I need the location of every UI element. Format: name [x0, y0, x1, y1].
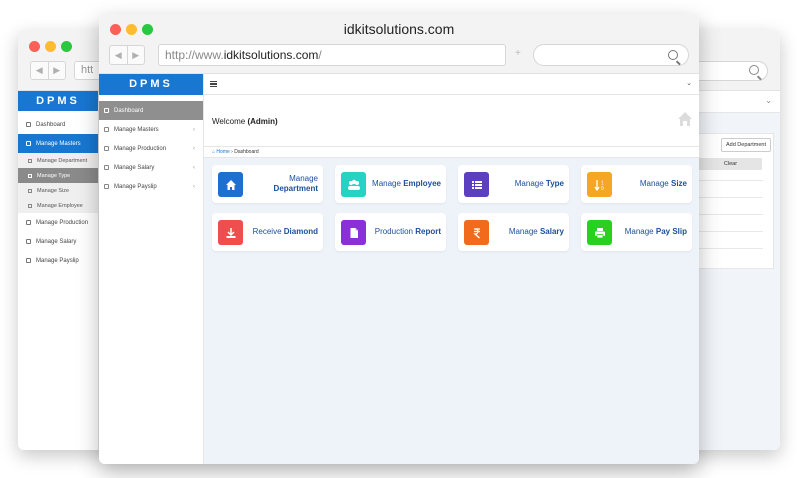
search-icon	[668, 50, 678, 60]
front-browser-chrome: idkitsolutions.com ◀ ▶ http://www.idkits…	[99, 14, 699, 74]
breadcrumb-current: Dashboard	[234, 149, 259, 155]
url-scheme: http://www.	[165, 48, 224, 62]
back-sidebar-item-manage-masters[interactable]: Manage Masters	[18, 134, 98, 153]
front-nav-buttons: ◀ ▶	[109, 45, 145, 65]
app-logo: DPMS	[99, 74, 203, 95]
search-icon	[749, 65, 759, 75]
url-path: /	[318, 48, 322, 62]
front-browser-window: idkitsolutions.com ◀ ▶ http://www.idkits…	[99, 14, 699, 464]
gears-icon	[26, 220, 31, 225]
users-icon	[341, 172, 366, 197]
topbar: ⌄	[204, 74, 699, 95]
back-department-panel: Add Department Clear	[698, 133, 774, 269]
back-sidebar-item-manage-payslip[interactable]: Manage Payslip	[18, 251, 98, 270]
sidebar-item-manage-production[interactable]: Manage Production ‹	[99, 139, 203, 158]
table-row-divider	[699, 180, 763, 181]
home-icon	[28, 158, 32, 163]
sidebar-item-manage-payslip[interactable]: Manage Payslip ‹	[99, 177, 203, 196]
new-tab-icon[interactable]: +	[515, 48, 521, 59]
card-manage-department[interactable]: Manage Department	[212, 165, 323, 203]
forward-arrow-icon[interactable]: ▶	[47, 62, 66, 79]
file-icon	[341, 220, 366, 245]
back-arrow-icon[interactable]: ◀	[110, 46, 127, 64]
back-arrow-icon[interactable]: ◀	[31, 62, 48, 79]
welcome-header: Welcome (Admin)	[204, 95, 699, 147]
card-production-report[interactable]: Production Report	[335, 213, 446, 251]
card-manage-pay-slip[interactable]: Manage Pay Slip	[581, 213, 692, 251]
sitemap-icon	[104, 127, 109, 132]
back-sidebar-item-dashboard[interactable]: Dashboard	[18, 115, 98, 134]
back-logo: DPMS	[18, 91, 98, 111]
back-sidebar-item-manage-production[interactable]: Manage Production	[18, 213, 98, 232]
list-icon	[28, 173, 32, 178]
sidebar-item-manage-masters[interactable]: Manage Masters ‹	[99, 120, 203, 139]
chevron-left-icon: ‹	[193, 164, 195, 171]
download-icon	[218, 220, 243, 245]
users-icon	[28, 203, 32, 208]
browser-search-field[interactable]	[533, 44, 689, 66]
back-sidebar-sub-manage-department[interactable]: Manage Department	[18, 153, 98, 168]
money-icon	[104, 165, 109, 170]
home-icon	[678, 112, 692, 126]
back-search-field[interactable]	[688, 61, 768, 81]
breadcrumb-home[interactable]: ⌂ Home	[212, 149, 230, 155]
close-dot-icon[interactable]	[29, 41, 40, 52]
table-row-divider	[699, 214, 763, 215]
table-row-divider	[699, 231, 763, 232]
list-icon	[464, 172, 489, 197]
clear-button[interactable]: Clear	[699, 158, 762, 170]
gears-icon	[104, 146, 109, 151]
back-sidebar-sub-manage-type[interactable]: Manage Type	[18, 168, 98, 183]
minimize-dot-icon[interactable]	[45, 41, 56, 52]
breadcrumb: ⌂ Home › Dashboard	[204, 147, 699, 158]
rupee-icon	[464, 220, 489, 245]
back-sidebar-item-manage-salary[interactable]: Manage Salary	[18, 232, 98, 251]
sitemap-icon	[26, 141, 31, 146]
sort-numeric-icon: 19	[587, 172, 612, 197]
chevron-left-icon: ‹	[193, 145, 195, 152]
card-manage-salary[interactable]: Manage Salary	[458, 213, 569, 251]
money-icon	[26, 239, 31, 244]
address-bar[interactable]: http://www.idkitsolutions.com/	[158, 44, 506, 66]
add-department-button[interactable]: Add Department	[721, 138, 771, 152]
menu-toggle-icon[interactable]	[210, 81, 217, 87]
forward-arrow-icon[interactable]: ▶	[126, 46, 145, 64]
chevron-left-icon: ‹	[193, 126, 195, 133]
main-content: ⌄ Welcome (Admin) ⌂ Home › Dashboard Man…	[204, 74, 699, 464]
edit-icon	[26, 258, 31, 263]
back-sidebar-sub-manage-size[interactable]: Manage Size	[18, 183, 98, 198]
edit-icon	[104, 184, 109, 189]
sidebar-item-manage-salary[interactable]: Manage Salary ‹	[99, 158, 203, 177]
screenshot-stage: ◀ ▶ htt DPMS Dashboard Manage Masters Ma…	[0, 0, 797, 478]
chevron-down-icon[interactable]: ⌄	[765, 96, 772, 105]
sidebar-item-dashboard[interactable]: Dashboard	[99, 101, 203, 120]
card-receive-diamond[interactable]: Receive Diamond	[212, 213, 323, 251]
dashboard-icon	[104, 108, 109, 113]
svg-text:9: 9	[601, 186, 604, 191]
card-manage-employee[interactable]: Manage Employee	[335, 165, 446, 203]
table-row-divider	[699, 197, 763, 198]
sort-icon	[28, 188, 32, 193]
sidebar: DPMS Dashboard Manage Masters ‹ Manage Pr…	[99, 74, 204, 464]
url-domain: idkitsolutions.com	[223, 48, 319, 62]
back-nav-buttons: ◀ ▶	[30, 61, 66, 80]
table-row-divider	[699, 248, 763, 249]
print-icon	[587, 220, 612, 245]
maximize-dot-icon[interactable]	[61, 41, 72, 52]
home-icon	[218, 172, 243, 197]
card-manage-type[interactable]: Manage Type	[458, 165, 569, 203]
dashboard-icon	[26, 122, 31, 127]
back-sidebar: DPMS Dashboard Manage Masters Manage Dep…	[18, 91, 99, 450]
back-topbar: ⌄	[698, 91, 780, 113]
card-manage-size[interactable]: 19 Manage Size	[581, 165, 692, 203]
back-main-visible-edge: ⌄ Add Department Clear	[698, 91, 780, 450]
chevron-down-icon[interactable]: ⌄	[686, 79, 692, 87]
chevron-left-icon: ‹	[193, 183, 195, 190]
welcome-text: Welcome (Admin)	[212, 117, 278, 126]
back-sidebar-sub-manage-employee[interactable]: Manage Employee	[18, 198, 98, 213]
window-title: idkitsolutions.com	[343, 21, 455, 37]
